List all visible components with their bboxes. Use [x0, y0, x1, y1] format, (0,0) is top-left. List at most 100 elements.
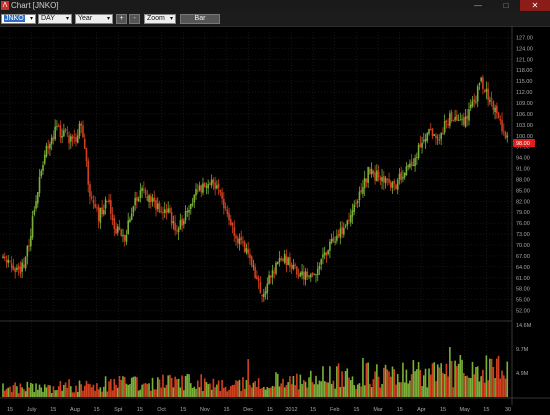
- volume-bar: [203, 378, 206, 397]
- candle-body: [2, 256, 4, 259]
- candle-body: [115, 228, 117, 234]
- volume-bar: [28, 387, 30, 397]
- candle-body: [403, 172, 406, 178]
- candle-body: [160, 211, 163, 212]
- volume-bar: [242, 377, 244, 397]
- candle-body: [337, 233, 340, 236]
- candle-body: [325, 252, 328, 256]
- candle-body: [70, 136, 72, 142]
- candle-body: [435, 135, 437, 138]
- volume-bar: [115, 384, 117, 397]
- volume-bar: [83, 385, 86, 397]
- candle-body: [489, 100, 491, 102]
- price-chart[interactable]: 127.00 124.00 121.00 118.00 115.00 112.00 109.…: [0, 27, 550, 415]
- candle-body: [56, 126, 58, 128]
- candle-body: [68, 135, 70, 144]
- close-button[interactable]: ✕: [520, 0, 550, 11]
- candle-body: [447, 123, 449, 126]
- volume-bar: [195, 388, 197, 397]
- candle-body: [462, 117, 465, 125]
- volume-bar: [184, 375, 187, 397]
- volume-bar: [254, 381, 256, 397]
- range-select[interactable]: Year ▾: [75, 14, 113, 24]
- candle-body: [433, 134, 436, 136]
- volume-bar: [421, 386, 423, 397]
- candle-body: [207, 184, 209, 189]
- volume-bar: [282, 378, 284, 397]
- candle-body: [456, 114, 458, 121]
- volume-tick-label: 9.7M: [516, 347, 529, 353]
- volume-bar: [129, 384, 131, 397]
- volume-bar: [428, 368, 430, 397]
- candle-body: [78, 123, 81, 137]
- zoom-in-button[interactable]: +: [116, 14, 127, 24]
- volume-bar: [31, 383, 34, 397]
- price-tick-label: 82.00: [516, 199, 530, 205]
- candle-body: [103, 210, 105, 215]
- candle-body: [283, 253, 286, 263]
- candle-body: [502, 131, 505, 133]
- zoom-out-button[interactable]: -: [129, 14, 140, 24]
- zoom-select[interactable]: Zoom ▾: [144, 14, 176, 24]
- volume-bar: [113, 378, 116, 397]
- period-value: DAY: [41, 15, 55, 22]
- candle-body: [242, 241, 244, 243]
- candle-body: [17, 265, 20, 269]
- candle-body: [219, 189, 222, 193]
- candle-body: [144, 190, 147, 195]
- candle-body: [224, 207, 227, 209]
- candle-body: [308, 275, 310, 277]
- chart-toolbar: JNKO ▾ DAY ▾ Year ▾ + - Zoom ▾ Bar: [0, 12, 550, 27]
- last-price-badge: 98.00: [513, 139, 535, 148]
- candle-body: [464, 116, 467, 127]
- candle-body: [344, 225, 347, 227]
- volume-bar: [476, 366, 479, 397]
- volume-bar: [386, 369, 389, 397]
- volume-bar: [436, 364, 439, 397]
- volume-bar: [348, 377, 350, 397]
- candle-body: [233, 226, 236, 236]
- candle-body: [162, 212, 164, 213]
- chart-type-button[interactable]: Bar: [180, 14, 220, 24]
- volume-bar: [108, 381, 110, 397]
- candle-body: [278, 258, 281, 263]
- candle-body: [492, 100, 495, 110]
- candle-body: [7, 259, 10, 263]
- volume-bar: [75, 385, 77, 397]
- candle-body: [419, 143, 422, 147]
- candle-body: [189, 203, 192, 209]
- volume-bar: [78, 380, 81, 397]
- volume-bar: [405, 369, 408, 397]
- volume-bar: [339, 386, 342, 397]
- candle-body: [212, 179, 215, 184]
- price-axis: 127.00 124.00 121.00 118.00 115.00 112.00 109.…: [516, 35, 533, 314]
- time-tick-label: May: [460, 407, 471, 413]
- candle-body: [104, 199, 107, 209]
- price-tick-label: 64.00: [516, 265, 530, 271]
- candle-body: [76, 135, 79, 143]
- volume-bar: [45, 387, 48, 397]
- candle-body: [480, 77, 482, 82]
- candle-body: [339, 228, 342, 238]
- volume-bar: [381, 384, 383, 397]
- candle-body: [416, 157, 418, 159]
- volume-bar: [422, 375, 425, 397]
- price-tick-label: 91.00: [516, 167, 530, 173]
- symbol-input[interactable]: JNKO ▾: [1, 14, 36, 24]
- maximize-button[interactable]: □: [492, 0, 520, 11]
- candle-body: [280, 258, 283, 260]
- volume-bar: [52, 386, 55, 397]
- minimize-button[interactable]: —: [464, 0, 492, 11]
- window-title: Chart [JNKO]: [11, 1, 59, 10]
- volume-bar: [156, 377, 159, 397]
- volume-bar: [257, 378, 260, 397]
- volume-bar: [146, 384, 149, 397]
- volume-bar: [127, 384, 129, 397]
- volume-bar: [111, 390, 114, 397]
- volume-bar: [332, 380, 335, 397]
- period-select[interactable]: DAY ▾: [38, 14, 72, 24]
- candle-body: [349, 215, 352, 223]
- volume-bar: [454, 360, 456, 397]
- volume-bar: [56, 390, 58, 397]
- volume-bar: [90, 387, 93, 397]
